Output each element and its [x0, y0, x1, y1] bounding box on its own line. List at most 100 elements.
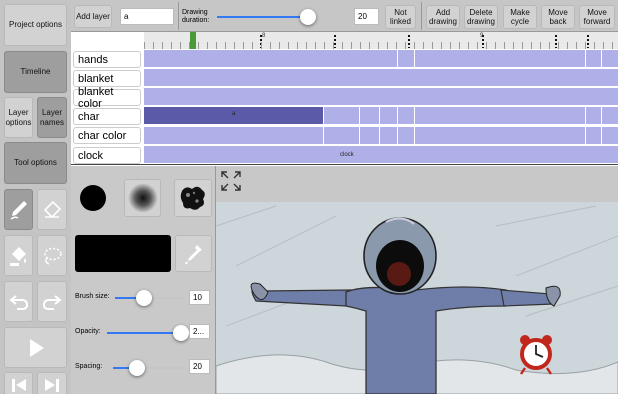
keyframe-marker — [555, 35, 557, 48]
drawing-duration-slider-fill — [217, 16, 308, 18]
ruler-tick — [171, 42, 172, 49]
drawing-cell[interactable] — [586, 127, 602, 144]
move-forward-button[interactable]: Move forward — [579, 5, 615, 29]
layer-name-hands[interactable]: hands — [73, 51, 141, 68]
brush-size-label: Brush size: — [75, 293, 110, 300]
ruler-tick — [351, 42, 352, 49]
ruler-tick — [360, 42, 361, 49]
brush-color-swatch[interactable] — [75, 235, 171, 272]
delete-drawing-button[interactable]: Delete drawing — [464, 5, 498, 29]
spacing-slider-knob[interactable] — [128, 360, 145, 376]
drawing-cell[interactable] — [415, 127, 586, 144]
add-drawing-button[interactable]: Add drawing — [426, 5, 460, 29]
layer-row-char-color[interactable] — [144, 127, 618, 145]
layer-row-blanket-color[interactable] — [144, 88, 618, 106]
drawing-cell[interactable] — [586, 107, 602, 124]
ruler-tick — [495, 42, 496, 49]
drawing-duration-value[interactable]: 20 — [354, 8, 379, 25]
ruler-tick — [180, 42, 181, 49]
ruler-tick — [603, 42, 604, 49]
cell-label: clock — [340, 152, 354, 158]
ruler-tick — [585, 42, 586, 49]
drawing-cell[interactable] — [380, 107, 398, 124]
layer-row-char[interactable]: a — [144, 107, 618, 125]
soft-brush-button[interactable] — [124, 179, 161, 217]
timeline-button[interactable]: Timeline — [4, 51, 67, 93]
spacing-value[interactable]: 20 — [189, 359, 210, 374]
layer-name-char-color[interactable]: char color — [73, 127, 141, 144]
drawing-cell[interactable] — [398, 50, 415, 67]
brush-size-slider-knob[interactable] — [136, 290, 153, 306]
eraser-tool-button[interactable] — [37, 189, 67, 230]
redo-button[interactable] — [37, 281, 67, 322]
drawing-duration-slider[interactable] — [217, 9, 347, 25]
layer-name-input[interactable]: a — [120, 8, 174, 25]
layer-name-clock[interactable]: clock — [73, 147, 141, 164]
lasso-tool-button[interactable] — [37, 235, 67, 276]
playhead[interactable] — [190, 32, 196, 49]
opacity-slider-knob[interactable] — [173, 325, 190, 341]
opacity-value[interactable]: 2... — [189, 324, 210, 339]
drawing-cell[interactable] — [360, 107, 380, 124]
opacity-label: Opacity: — [75, 328, 101, 335]
drawing-cell[interactable] — [415, 50, 586, 67]
undo-button[interactable] — [4, 281, 33, 322]
hard-brush-button[interactable] — [74, 179, 111, 217]
ruler-tick — [189, 42, 190, 49]
undo-icon — [8, 294, 28, 310]
drawing-cell[interactable] — [415, 107, 586, 124]
ruler-tick — [567, 42, 568, 49]
opacity-slider[interactable] — [107, 325, 190, 341]
layer-name-blanket-color[interactable]: blanket color — [73, 86, 141, 110]
ruler-tick — [315, 42, 316, 49]
ruler-tick — [432, 42, 433, 49]
ruler-tick — [144, 42, 145, 49]
drawing-canvas[interactable] — [216, 166, 618, 394]
layer-row-hands[interactable] — [144, 50, 618, 68]
drawing-cell[interactable] — [144, 127, 324, 144]
keyframe-marker — [334, 35, 336, 48]
drawing-cell[interactable] — [380, 127, 398, 144]
play-icon — [29, 338, 44, 357]
hard-brush-preview — [79, 185, 106, 211]
layer-name-blanket[interactable]: blanket — [73, 70, 141, 87]
drawing-cell[interactable] — [144, 50, 398, 67]
layer-row-blanket[interactable] — [144, 69, 618, 87]
texture-brush-button[interactable] — [174, 179, 212, 217]
redo-icon — [42, 294, 62, 310]
layer-row-clock[interactable]: clock — [144, 146, 618, 164]
fill-tool-button[interactable] — [4, 235, 33, 276]
drawing-cell[interactable] — [360, 127, 380, 144]
ruler-tick — [324, 42, 325, 49]
previous-frame-button[interactable] — [4, 372, 33, 394]
tool-options-button[interactable]: Tool options — [4, 142, 67, 184]
drawing-cell[interactable] — [586, 50, 602, 67]
brush-size-slider[interactable] — [115, 290, 185, 306]
spacing-slider[interactable] — [113, 360, 185, 376]
left-sidebar: Project options Timeline Layer options L… — [0, 0, 71, 394]
layer-name-char[interactable]: char — [73, 108, 141, 125]
move-back-button[interactable]: Move back — [541, 5, 575, 29]
not-linked-button[interactable]: Not linked — [385, 5, 416, 29]
drawing-cell[interactable] — [324, 127, 360, 144]
next-frame-button[interactable] — [37, 372, 67, 394]
brush-size-value[interactable]: 10 — [189, 290, 210, 305]
make-cycle-button[interactable]: Make cycle — [503, 5, 537, 29]
ruler-tick — [540, 42, 541, 49]
drawing-duration-slider-knob[interactable] — [300, 9, 316, 25]
drawing-cell[interactable] — [324, 107, 360, 124]
ruler-tick — [423, 42, 424, 49]
expand-icon[interactable] — [220, 170, 242, 192]
pen-tool-button[interactable] — [4, 189, 33, 230]
frame-ruler[interactable]: 8 9 — [144, 32, 618, 49]
layer-options-button[interactable]: Layer options — [4, 97, 33, 138]
layer-names-button[interactable]: Layer names — [37, 97, 67, 138]
eyedropper-button[interactable] — [175, 235, 212, 272]
ruler-tick — [387, 42, 388, 49]
add-layer-button[interactable]: Add layer — [74, 5, 112, 28]
play-button[interactable] — [4, 327, 67, 368]
opacity-slider-fill — [107, 332, 182, 334]
drawing-cell[interactable] — [398, 127, 415, 144]
drawing-cell[interactable] — [398, 107, 415, 124]
project-options-button[interactable]: Project options — [4, 4, 67, 46]
